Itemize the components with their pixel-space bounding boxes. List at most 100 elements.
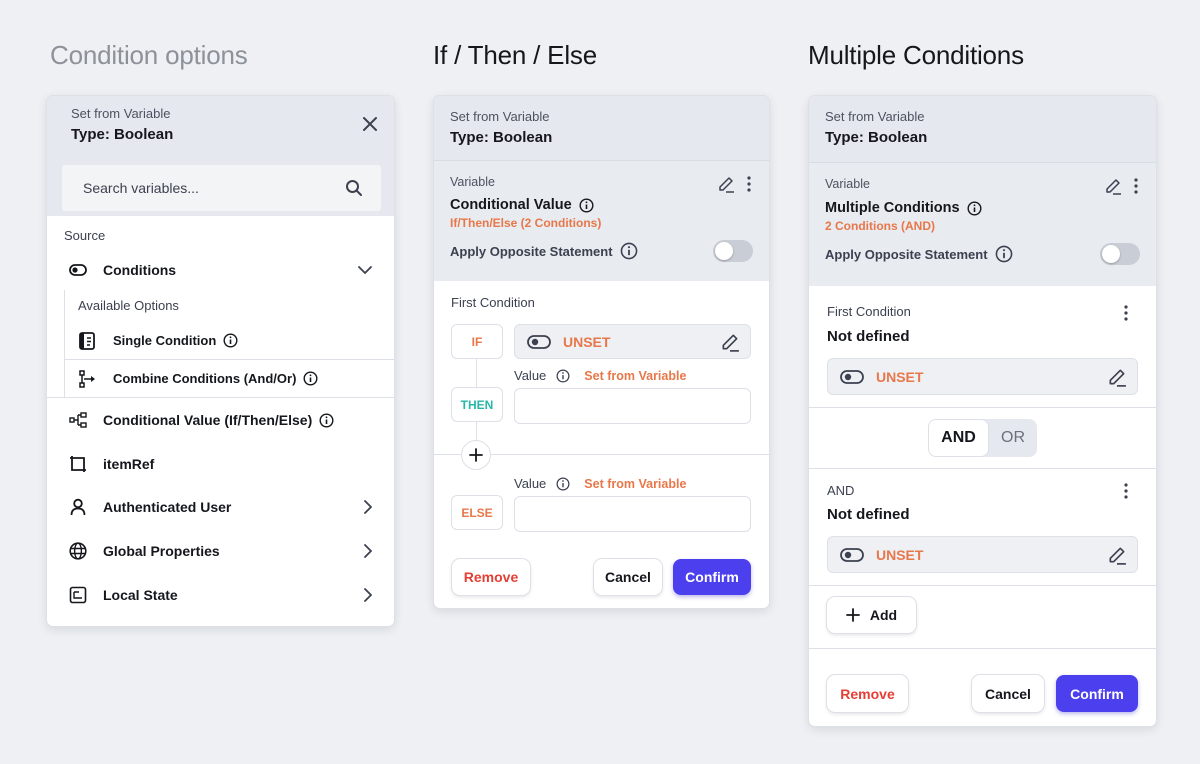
if-badge: IF xyxy=(451,324,503,359)
and-option[interactable]: AND xyxy=(928,419,989,457)
then-value-label: Value xyxy=(514,368,547,383)
variable-block: Variable Multiple Conditions 2 Condition… xyxy=(809,162,1156,286)
conditions-item[interactable]: Conditions xyxy=(47,250,394,290)
available-options-group: Available Options Single Condition Combi… xyxy=(64,290,394,397)
local-state-icon xyxy=(69,586,87,604)
flow-branch-icon xyxy=(79,369,97,388)
variable-label: Variable xyxy=(450,175,495,189)
single-condition-label: Single Condition xyxy=(113,333,217,348)
available-options-label: Available Options xyxy=(78,298,179,313)
unset-value: UNSET xyxy=(876,368,924,385)
authenticated-user-item[interactable]: Authenticated User xyxy=(47,485,394,529)
close-icon[interactable] xyxy=(362,116,378,132)
local-state-item[interactable]: Local State xyxy=(47,573,394,617)
if-condition-field[interactable]: UNSET xyxy=(514,324,751,359)
variable-name: Conditional Value xyxy=(450,197,572,213)
search-placeholder: Search variables... xyxy=(83,180,199,196)
else-badge: ELSE xyxy=(451,495,503,530)
conditional-value-label: Conditional Value (If/Then/Else) xyxy=(103,412,313,428)
more-vertical-icon[interactable] xyxy=(1124,483,1128,499)
cancel-button[interactable]: Cancel xyxy=(594,559,662,595)
condition-options-heading: Condition options xyxy=(50,40,248,70)
or-option[interactable]: OR xyxy=(989,429,1037,447)
user-icon xyxy=(69,498,87,516)
plus-icon xyxy=(469,448,483,462)
then-set-from-variable-link[interactable]: Set from Variable xyxy=(584,369,686,383)
more-vertical-icon[interactable] xyxy=(747,176,751,192)
first-condition-label: First Condition xyxy=(451,295,535,310)
unset-value: UNSET xyxy=(876,546,924,563)
search-input[interactable]: Search variables... xyxy=(62,165,381,211)
remove-button[interactable]: Remove xyxy=(827,675,908,712)
toggle-icon xyxy=(840,547,864,562)
remove-button[interactable]: Remove xyxy=(452,559,530,595)
chevron-right-icon[interactable] xyxy=(364,500,372,514)
add-label: Add xyxy=(869,607,898,623)
info-icon[interactable] xyxy=(303,371,318,386)
apply-opposite-toggle[interactable] xyxy=(1100,243,1140,265)
confirm-button[interactable]: Confirm xyxy=(1056,675,1138,712)
unset-value: UNSET xyxy=(563,333,611,350)
variable-subtitle: 2 Conditions (AND) xyxy=(825,219,935,233)
and-condition-value: Not defined xyxy=(827,506,910,523)
else-value-input[interactable] xyxy=(514,496,751,532)
info-icon[interactable] xyxy=(556,477,570,491)
info-icon[interactable] xyxy=(319,412,334,428)
single-condition-option[interactable]: Single Condition xyxy=(65,322,394,359)
edit-icon[interactable] xyxy=(1107,367,1127,387)
globe-icon xyxy=(69,542,87,560)
global-properties-label: Global Properties xyxy=(103,543,220,559)
then-value-input[interactable] xyxy=(514,388,751,424)
first-condition-value: Not defined xyxy=(827,328,910,345)
then-badge: THEN xyxy=(451,387,503,422)
edit-icon[interactable] xyxy=(1104,177,1122,195)
edit-icon[interactable] xyxy=(1107,545,1127,565)
info-icon[interactable] xyxy=(223,333,238,348)
else-set-from-variable-link[interactable]: Set from Variable xyxy=(584,477,686,491)
info-icon[interactable] xyxy=(579,197,594,213)
local-state-label: Local State xyxy=(103,587,178,603)
chevron-right-icon[interactable] xyxy=(364,588,372,602)
edit-icon[interactable] xyxy=(717,175,735,193)
type-label: Type: Boolean xyxy=(450,129,553,146)
condition-options-panel: Set from Variable Type: Boolean Search v… xyxy=(47,96,394,626)
and-or-switch[interactable]: AND OR xyxy=(928,419,1037,457)
variable-label: Variable xyxy=(825,177,870,191)
add-button[interactable]: Add xyxy=(827,597,916,633)
combine-conditions-option[interactable]: Combine Conditions (And/Or) xyxy=(65,360,394,397)
set-from-variable-label: Set from Variable xyxy=(825,109,925,124)
set-from-variable-label: Set from Variable xyxy=(71,106,171,121)
plus-icon xyxy=(845,608,860,622)
conditions-label: Conditions xyxy=(103,262,177,278)
toggle-icon xyxy=(69,261,87,279)
info-icon[interactable] xyxy=(556,369,570,383)
type-label: Type: Boolean xyxy=(71,126,174,143)
global-properties-item[interactable]: Global Properties xyxy=(47,529,394,573)
info-icon[interactable] xyxy=(620,242,638,260)
if-then-else-heading: If / Then / Else xyxy=(433,40,597,70)
if-then-else-panel: Set from Variable Type: Boolean Variable… xyxy=(434,96,769,608)
apply-opposite-label: Apply Opposite Statement xyxy=(825,246,988,262)
authenticated-user-label: Authenticated User xyxy=(103,499,232,515)
type-label: Type: Boolean xyxy=(825,129,928,146)
confirm-button[interactable]: Confirm xyxy=(673,559,751,595)
and-condition-field[interactable]: UNSET xyxy=(827,536,1138,573)
more-vertical-icon[interactable] xyxy=(1134,178,1138,194)
conditional-value-item[interactable]: Conditional Value (If/Then/Else) xyxy=(47,398,394,442)
item-ref-item[interactable]: itemRef xyxy=(47,442,394,485)
else-value-label: Value xyxy=(514,476,547,491)
first-condition-field[interactable]: UNSET xyxy=(827,358,1138,395)
apply-opposite-toggle[interactable] xyxy=(713,240,753,262)
info-icon[interactable] xyxy=(995,245,1013,263)
more-vertical-icon[interactable] xyxy=(1124,305,1128,321)
variable-subtitle: If/Then/Else (2 Conditions) xyxy=(450,216,602,230)
info-icon[interactable] xyxy=(967,200,982,216)
edit-icon[interactable] xyxy=(720,332,740,352)
chevron-right-icon[interactable] xyxy=(364,544,372,558)
cancel-button[interactable]: Cancel xyxy=(972,675,1044,712)
add-condition-button[interactable] xyxy=(461,440,491,470)
set-from-variable-label: Set from Variable xyxy=(450,109,550,124)
search-icon[interactable] xyxy=(345,179,363,197)
and-condition-label: AND xyxy=(827,483,855,498)
chevron-down-icon[interactable] xyxy=(358,266,372,274)
